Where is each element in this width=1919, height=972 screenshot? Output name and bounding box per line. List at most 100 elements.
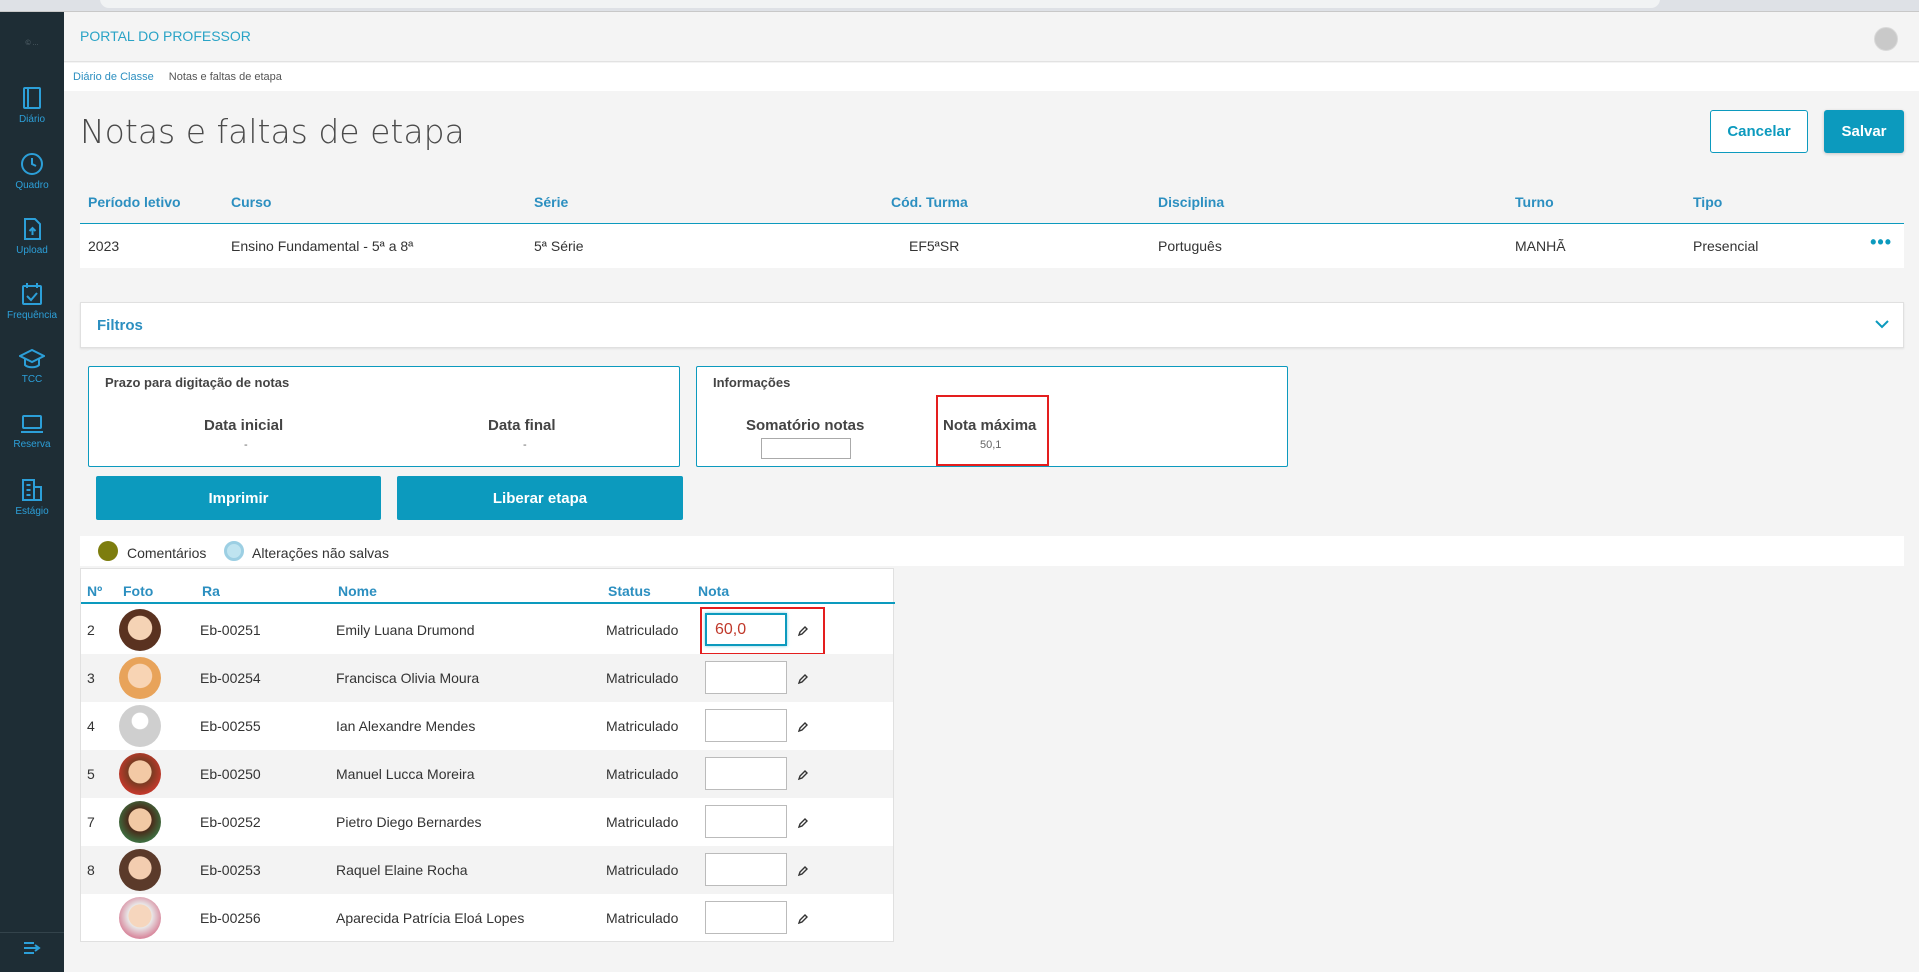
col-ra: Ra — [202, 583, 220, 599]
address-bar[interactable] — [100, 0, 1660, 8]
unsaved-dot — [224, 541, 244, 561]
print-button[interactable]: Imprimir — [96, 476, 381, 520]
sidebar-logo: © ... — [25, 40, 39, 47]
col-status: Status — [608, 583, 651, 599]
value-disciplina: Português — [1158, 238, 1222, 254]
sidebar-item-quadro[interactable]: Quadro — [0, 152, 64, 212]
pencil-icon[interactable] — [797, 913, 809, 925]
sidebar-item-estagio[interactable]: Estágio — [0, 478, 64, 538]
breadcrumb-separator — [160, 71, 163, 83]
student-photo — [119, 753, 161, 795]
row-status: Matriculado — [606, 670, 679, 686]
row-nome: Manuel Lucca Moreira — [336, 766, 475, 782]
row-ra: Eb-00254 — [200, 670, 261, 686]
grade-input[interactable] — [705, 661, 787, 694]
row-status: Matriculado — [606, 910, 679, 926]
student-photo — [119, 897, 161, 939]
pencil-icon[interactable] — [797, 865, 809, 877]
header-serie: Série — [534, 194, 569, 210]
filters-title: Filtros — [97, 317, 143, 334]
row-status: Matriculado — [606, 718, 679, 734]
comments-dot — [98, 541, 118, 561]
unsaved-legend-label: Alterações não salvas — [252, 545, 389, 561]
sidebar-item-label: Upload — [16, 245, 48, 256]
start-date-value: - — [244, 439, 248, 451]
row-ra: Eb-00255 — [200, 718, 261, 734]
class-info-header: Período letivo Curso Série Cód. Turma Di… — [80, 186, 1904, 224]
pencil-icon[interactable] — [797, 817, 809, 829]
sidebar-item-upload[interactable]: Upload — [0, 217, 64, 277]
sidebar-item-frequencia[interactable]: Frequência — [0, 282, 64, 342]
cancel-button[interactable]: Cancelar — [1710, 110, 1808, 153]
start-date-label: Data inicial — [204, 417, 284, 434]
row-status: Matriculado — [606, 814, 679, 830]
collapse-menu-icon — [24, 942, 41, 954]
row-ra: Eb-00253 — [200, 862, 261, 878]
comments-legend-label: Comentários — [127, 545, 207, 561]
row-nome: Ian Alexandre Mendes — [336, 718, 476, 734]
table-row: 7 Eb-00252 Pietro Diego Bernardes Matric… — [81, 798, 893, 846]
class-info-table: Período letivo Curso Série Cód. Turma Di… — [80, 186, 1904, 268]
student-photo — [119, 801, 161, 843]
sidebar-item-label: Quadro — [15, 180, 49, 191]
more-options-button[interactable]: ••• — [1870, 232, 1892, 253]
grid-header: Nº Foto Ra Nome Status Nota — [81, 569, 895, 604]
grade-input[interactable] — [705, 853, 787, 886]
row-num: 2 — [87, 622, 95, 638]
sidebar-item-reserva[interactable]: Reserva — [0, 413, 64, 473]
deadline-box: Prazo para digitação de notas Data inici… — [88, 366, 680, 467]
pencil-icon[interactable] — [797, 721, 809, 733]
pencil-icon[interactable] — [797, 673, 809, 685]
value-serie: 5ª Série — [534, 238, 584, 254]
breadcrumb: Diário de Classe Notas e faltas de etapa — [64, 63, 1919, 91]
filters-panel[interactable]: Filtros — [80, 302, 1904, 348]
release-stage-button[interactable]: Liberar etapa — [397, 476, 683, 520]
end-date-label: Data final — [488, 417, 556, 434]
avatar[interactable] — [1874, 27, 1898, 51]
grade-input[interactable] — [705, 901, 787, 934]
grade-input[interactable] — [705, 709, 787, 742]
header-curso: Curso — [231, 194, 272, 210]
row-num: 3 — [87, 670, 95, 686]
header-tipo: Tipo — [1693, 194, 1723, 210]
sidebar-item-label: Diário — [18, 114, 46, 125]
header: PORTAL DO PROFESSOR — [64, 12, 1919, 62]
page-title: Notas e faltas de etapa — [80, 112, 465, 151]
value-curso: Ensino Fundamental - 5ª a 8ª — [231, 238, 414, 254]
portal-title: PORTAL DO PROFESSOR — [80, 28, 251, 44]
col-num: Nº — [87, 583, 103, 599]
highlight-box — [936, 395, 1049, 466]
sidebar-item-label: Estágio — [15, 506, 49, 517]
row-status: Matriculado — [606, 766, 679, 782]
row-num: 4 — [87, 718, 95, 734]
row-ra: Eb-00256 — [200, 910, 261, 926]
legend: Comentários Alterações não salvas — [80, 536, 1904, 566]
pencil-icon[interactable] — [797, 769, 809, 781]
calendar-check-icon — [22, 283, 42, 305]
value-tipo: Presencial — [1693, 238, 1759, 254]
sidebar-item-tcc[interactable]: TCC — [0, 348, 64, 408]
sidebar-collapse-button[interactable] — [0, 932, 64, 962]
highlight-box — [700, 607, 825, 655]
row-num: 5 — [87, 766, 95, 782]
table-row: 8 Eb-00253 Raquel Elaine Rocha Matricula… — [81, 846, 893, 894]
row-nome: Raquel Elaine Rocha — [336, 862, 468, 878]
graduation-cap-icon — [19, 348, 45, 369]
grade-input[interactable] — [705, 805, 787, 838]
row-ra: Eb-00250 — [200, 766, 261, 782]
grade-input[interactable] — [705, 757, 787, 790]
breadcrumb-current: Notas e faltas de etapa — [168, 71, 282, 83]
row-status: Matriculado — [606, 862, 679, 878]
clock-icon — [21, 153, 43, 175]
header-turno: Turno — [1515, 194, 1554, 210]
deadline-title: Prazo para digitação de notas — [105, 375, 290, 390]
save-button[interactable]: Salvar — [1824, 110, 1904, 153]
table-row: 4 Eb-00255 Ian Alexandre Mendes Matricul… — [81, 702, 893, 750]
row-num: 8 — [87, 862, 95, 878]
sidebar-item-label: TCC — [21, 374, 43, 385]
breadcrumb-link-diario[interactable]: Diário de Classe — [73, 71, 154, 83]
book-icon — [23, 87, 41, 109]
sidebar-item-diario[interactable]: Diário — [0, 86, 64, 146]
sidebar-item-label: Frequência — [6, 310, 58, 321]
upload-file-icon — [24, 218, 41, 240]
